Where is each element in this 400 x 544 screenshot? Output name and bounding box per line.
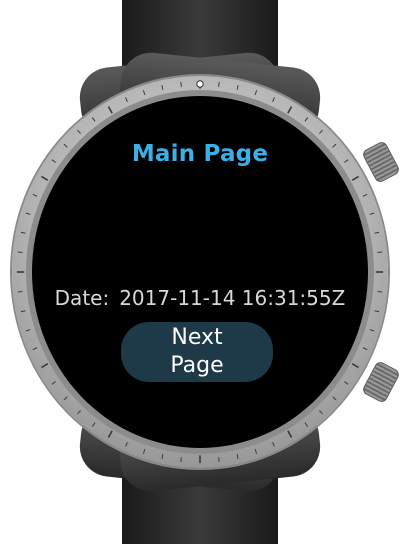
bezel-tick <box>125 441 128 447</box>
bezel-tick <box>272 97 275 103</box>
next-page-label: Next Page <box>170 325 224 378</box>
bezel-tick <box>236 454 239 459</box>
bezel-tick <box>77 129 81 134</box>
bezel-tick <box>304 422 309 427</box>
date-value: 2017-11-14 16:31:55Z <box>119 286 346 310</box>
bezel-tick <box>236 85 239 90</box>
bezel-tick <box>91 422 96 427</box>
bezel-tick <box>25 329 31 332</box>
bezel-tick <box>107 430 113 438</box>
bezel-tick <box>304 117 309 122</box>
bezel-tick <box>161 454 164 459</box>
bezel-tick <box>254 90 258 96</box>
bezel-tick <box>369 329 375 332</box>
bezel-tick <box>374 231 380 234</box>
date-row: Date: 2017-11-14 16:31:55Z <box>0 286 400 310</box>
bezel-tick <box>362 193 368 197</box>
bezel-tick <box>32 347 38 351</box>
bezel-tick <box>77 410 81 415</box>
bezel-tick <box>142 448 146 454</box>
bezel-tick <box>17 251 23 254</box>
bezel-tick <box>377 251 383 254</box>
bezel-tick <box>332 396 337 401</box>
date-label: Date: <box>54 286 110 310</box>
bezel-tick <box>51 381 56 385</box>
bezel-tick <box>41 362 49 369</box>
bezel-tick <box>125 97 128 103</box>
bezel-marker-dot <box>196 80 204 88</box>
bezel-tick <box>287 430 293 438</box>
bezel-tick <box>374 310 380 313</box>
bezel-tick <box>63 396 68 401</box>
bezel-tick <box>20 231 26 234</box>
bezel-tick <box>25 212 31 215</box>
bezel-tick <box>20 310 26 313</box>
page-title: Main Page <box>131 141 269 167</box>
bezel-tick <box>107 106 113 114</box>
bezel-tick <box>161 85 164 90</box>
bezel-tick <box>351 362 359 369</box>
bezel-tick <box>142 90 146 96</box>
bezel-tick <box>319 410 323 415</box>
bezel-tick <box>41 175 49 182</box>
bezel-tick <box>287 106 293 114</box>
bezel-tick <box>32 193 38 197</box>
bezel-tick <box>369 212 375 215</box>
next-page-button[interactable]: Next Page <box>121 322 273 382</box>
bezel-tick <box>344 381 349 385</box>
bezel-tick <box>254 448 258 454</box>
bezel-tick <box>362 347 368 351</box>
bezel-tick <box>351 175 359 182</box>
bezel-tick <box>91 117 96 122</box>
bezel-tick <box>319 129 323 134</box>
bezel-tick <box>272 441 275 447</box>
